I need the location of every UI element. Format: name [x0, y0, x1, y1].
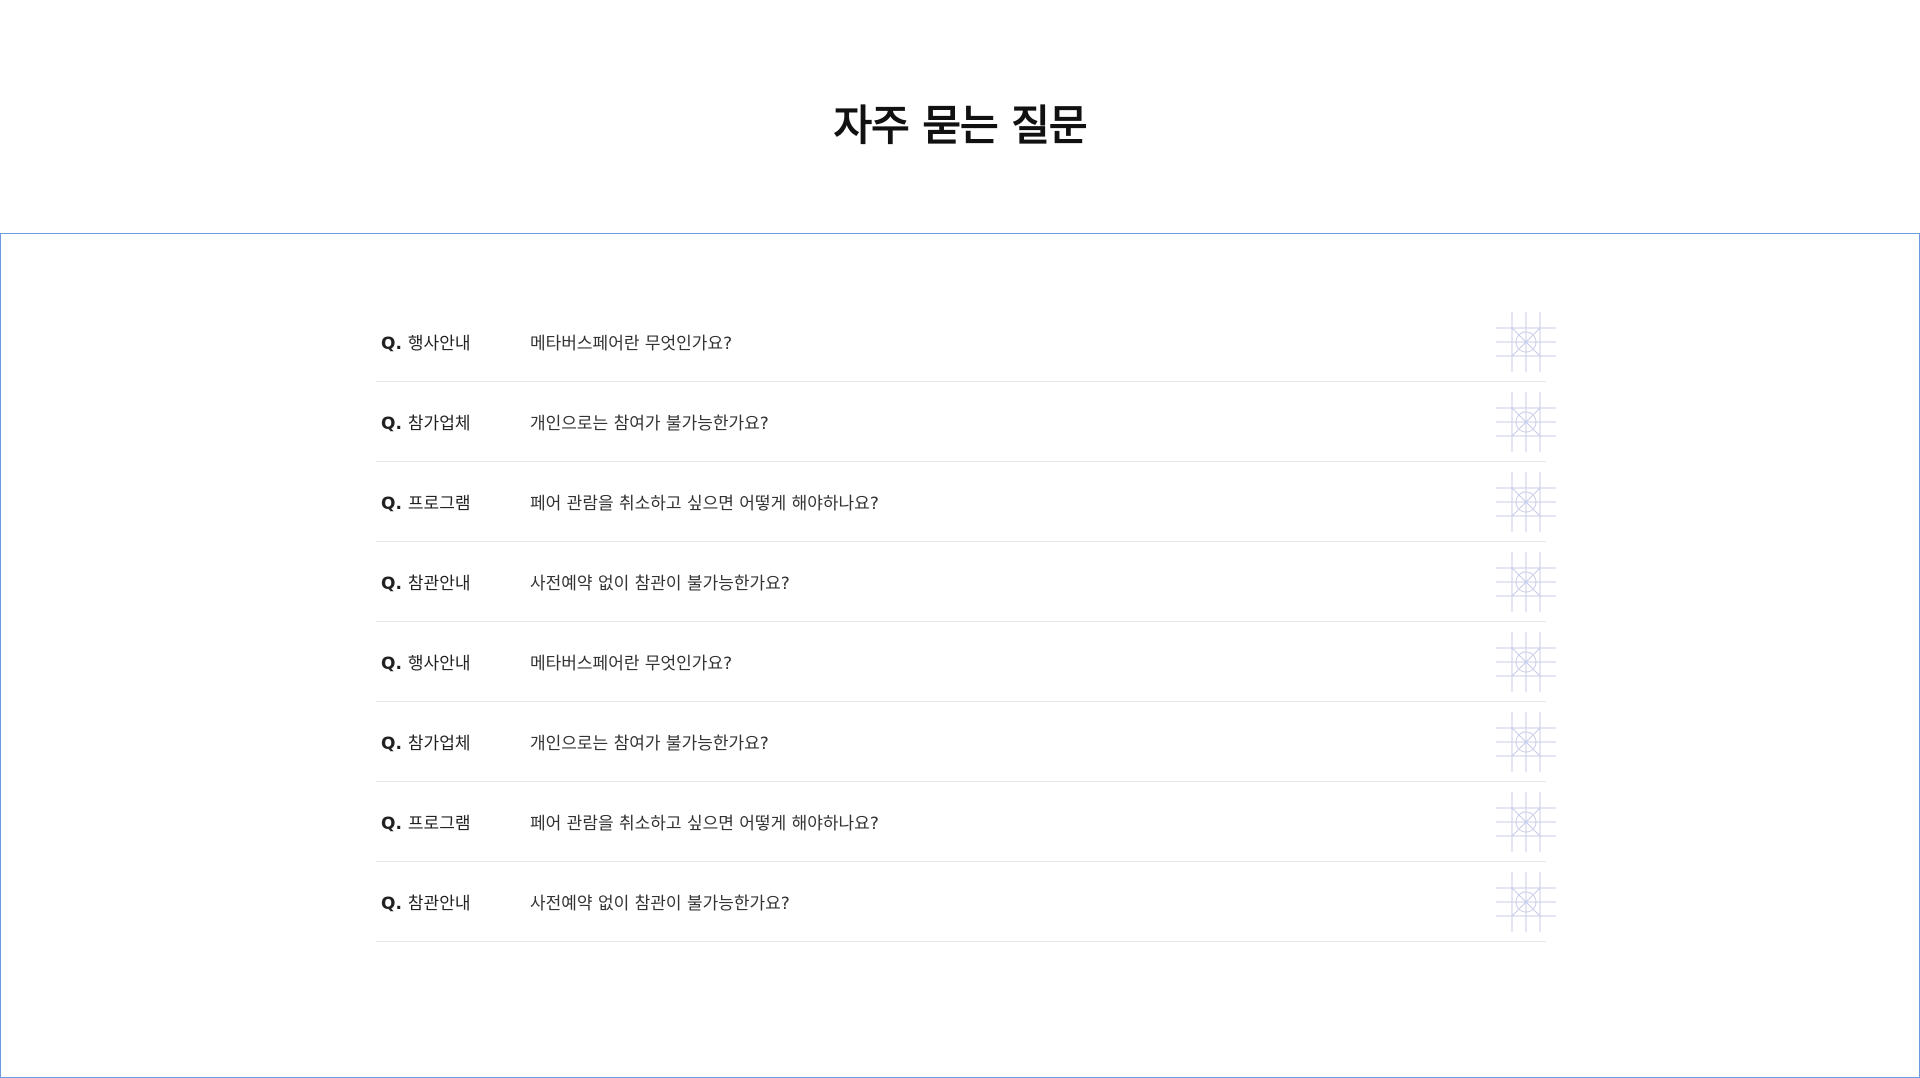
q-prefix: Q. [381, 894, 402, 914]
expand-placeholder-icon[interactable] [1496, 312, 1556, 372]
faq-category-label: 행사안내 [407, 654, 471, 674]
q-prefix: Q. [381, 574, 402, 594]
faq-category-label: 참가업체 [407, 734, 471, 754]
faq-question: 개인으로는 참여가 불가능한가요? [530, 734, 769, 754]
faq-item[interactable]: Q. 프로그램 페어 관람을 취소하고 싶으면 어떻게 해야하나요? [376, 462, 1556, 542]
faq-item[interactable]: Q. 프로그램 페어 관람을 취소하고 싶으면 어떻게 해야하나요? [376, 782, 1556, 862]
faq-category: Q. 행사안내 [376, 329, 530, 354]
faq-category: Q. 참가업체 [376, 409, 530, 434]
page-title: 자주 묻는 질문 [833, 101, 1087, 150]
faq-item[interactable]: Q. 참관안내 사전예약 없이 참관이 불가능한가요? [376, 542, 1556, 622]
expand-placeholder-icon[interactable] [1496, 792, 1556, 852]
faq-category: Q. 참관안내 [376, 569, 530, 594]
q-prefix: Q. [381, 734, 402, 754]
expand-placeholder-icon[interactable] [1496, 392, 1556, 452]
faq-panel: Q. 행사안내 메타버스페어란 무엇인가요? Q. 참가업체 개인으로는 참여가 불… [0, 233, 1920, 1078]
faq-category-label: 행사안내 [407, 334, 471, 354]
faq-question: 페어 관람을 취소하고 싶으면 어떻게 해야하나요? [530, 814, 879, 834]
faq-category: Q. 참관안내 [376, 889, 530, 914]
q-prefix: Q. [381, 334, 402, 354]
faq-category-label: 프로그램 [407, 494, 471, 514]
faq-category-label: 프로그램 [407, 814, 471, 834]
faq-category: Q. 행사안내 [376, 649, 530, 674]
faq-category: Q. 프로그램 [376, 489, 530, 514]
faq-question: 메타버스페어란 무엇인가요? [530, 334, 733, 354]
q-prefix: Q. [381, 494, 402, 514]
expand-placeholder-icon[interactable] [1496, 552, 1556, 612]
q-prefix: Q. [381, 814, 402, 834]
faq-item[interactable]: Q. 참가업체 개인으로는 참여가 불가능한가요? [376, 702, 1556, 782]
faq-question: 메타버스페어란 무엇인가요? [530, 654, 733, 674]
faq-item[interactable]: Q. 참관안내 사전예약 없이 참관이 불가능한가요? [376, 862, 1556, 942]
q-prefix: Q. [381, 414, 402, 434]
expand-placeholder-icon[interactable] [1496, 472, 1556, 532]
faq-item[interactable]: Q. 참가업체 개인으로는 참여가 불가능한가요? [376, 382, 1556, 462]
faq-item[interactable]: Q. 행사안내 메타버스페어란 무엇인가요? [376, 302, 1556, 382]
faq-item[interactable]: Q. 행사안내 메타버스페어란 무엇인가요? [376, 622, 1556, 702]
faq-category: Q. 참가업체 [376, 729, 530, 754]
faq-question: 사전예약 없이 참관이 불가능한가요? [530, 894, 790, 914]
q-prefix: Q. [381, 654, 402, 674]
faq-page: 자주 묻는 질문 Q. 행사안내 메타버스페어란 무엇인가요? Q. 참가업체 개인… [0, 0, 1920, 1078]
expand-placeholder-icon[interactable] [1496, 712, 1556, 772]
faq-question: 사전예약 없이 참관이 불가능한가요? [530, 574, 790, 594]
expand-placeholder-icon[interactable] [1496, 872, 1556, 932]
expand-placeholder-icon[interactable] [1496, 632, 1556, 692]
faq-question: 개인으로는 참여가 불가능한가요? [530, 414, 769, 434]
faq-list: Q. 행사안내 메타버스페어란 무엇인가요? Q. 참가업체 개인으로는 참여가 불… [376, 302, 1556, 942]
faq-category-label: 참가업체 [407, 414, 471, 434]
faq-category-label: 참관안내 [407, 574, 471, 594]
faq-category-label: 참관안내 [407, 894, 471, 914]
faq-question: 페어 관람을 취소하고 싶으면 어떻게 해야하나요? [530, 494, 879, 514]
faq-category: Q. 프로그램 [376, 809, 530, 834]
